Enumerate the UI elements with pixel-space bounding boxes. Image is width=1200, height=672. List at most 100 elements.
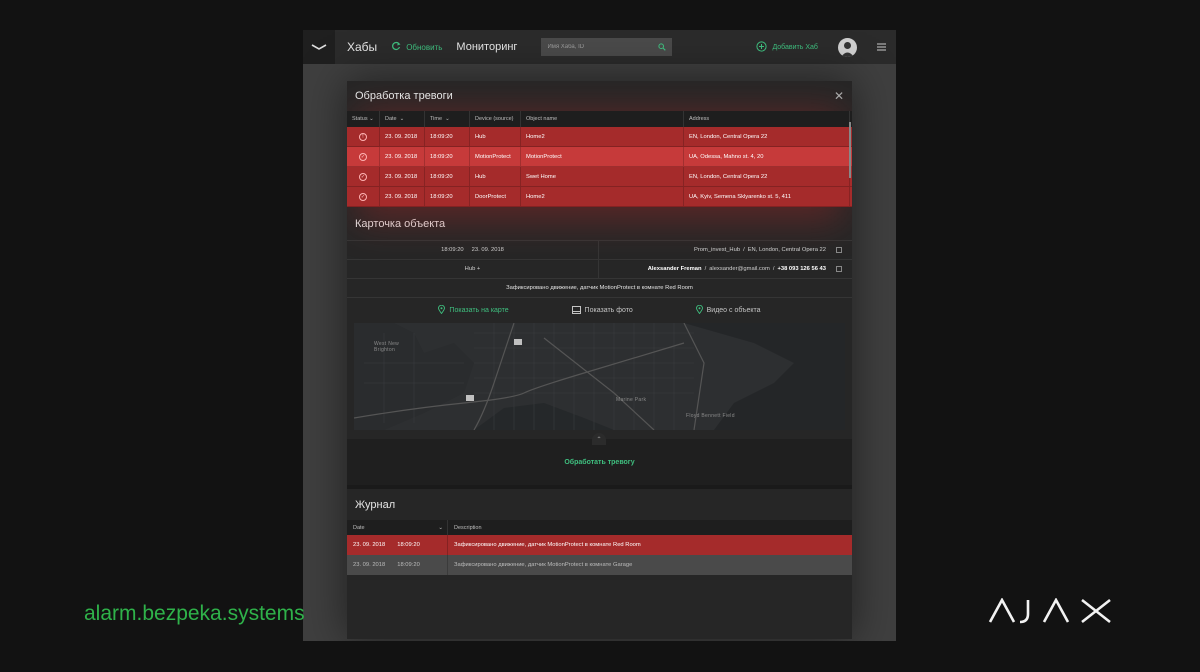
show-map-button[interactable]: Показать на карте xyxy=(438,304,509,316)
col-date-label: Date xyxy=(385,116,397,122)
check-circle-icon: ✓ xyxy=(359,172,367,181)
map-label-floyd-bennett: Floyd Bennett Field xyxy=(686,413,735,419)
alarm-title: Обработка тревоги xyxy=(355,90,453,102)
add-hub-button[interactable]: Добавить Хаб xyxy=(756,40,818,54)
process-alarm-label: Обработать тревогу xyxy=(564,458,635,466)
ajax-brand-logo xyxy=(988,597,1114,629)
table-row[interactable]: ✓ 23. 09. 2018 18:09:20 DoorProtect Home… xyxy=(347,187,852,207)
chevron-up-icon[interactable]: ⌃ xyxy=(592,433,606,445)
table-row[interactable]: ✓ 23. 09. 2018 18:09:20 Hub Swet Home EN… xyxy=(347,167,852,187)
avatar[interactable] xyxy=(837,37,857,57)
cell-date: 23. 09. 2018 xyxy=(380,127,425,146)
journal-time: 18:09:20 xyxy=(397,562,420,568)
hubs-title[interactable]: Хабы xyxy=(347,40,377,54)
video-label: Видео с объекта xyxy=(706,307,761,314)
col-status[interactable]: Status ⌄ xyxy=(347,111,380,127)
map-pin-icon xyxy=(438,304,446,316)
separator: / xyxy=(704,266,707,272)
alarm-modal: Обработка тревоги ✕ Status ⌄ Date ⌄ Time… xyxy=(347,81,852,639)
plus-circle-icon xyxy=(756,40,768,54)
card-date: 23. 09. 2018 xyxy=(471,247,504,253)
journal-col-date[interactable]: Date ⌄ xyxy=(347,520,448,535)
journal-cell-datetime: 23. 09. 2018 18:09:20 xyxy=(347,535,448,555)
card-contact-row: Hub + Alexsander Freman / alexsander@gma… xyxy=(347,259,852,278)
journal-date: 23. 09. 2018 xyxy=(353,562,386,568)
ajax-logo-icon[interactable] xyxy=(303,30,335,64)
journal-cell-datetime: 23. 09. 2018 18:09:20 xyxy=(347,555,448,575)
journal-table-header: Date ⌄ Description xyxy=(347,520,852,535)
cell-address: UA, Odessa, Mahno st. 4, 20 xyxy=(684,147,850,166)
cell-date: 23. 09. 2018 xyxy=(380,147,425,166)
photo-icon xyxy=(571,305,581,316)
cell-device: Hub xyxy=(470,167,521,186)
close-icon[interactable]: ✕ xyxy=(834,89,844,103)
cell-address: UA, Kyiv, Semena Sklyarenko st. 5, 411 xyxy=(684,187,850,206)
check-circle-icon: ✓ xyxy=(359,192,367,201)
col-time[interactable]: Time ⌄ xyxy=(425,111,470,127)
cell-device: MotionProtect xyxy=(470,147,521,166)
search-icon[interactable] xyxy=(658,38,667,56)
video-button[interactable]: Видео с объекта xyxy=(695,304,761,316)
separator: / xyxy=(743,247,745,253)
contact-name: Alexsander Freman xyxy=(647,266,702,272)
refresh-label: Обновить xyxy=(406,42,443,52)
cell-date: 23. 09. 2018 xyxy=(380,187,425,206)
card-contact: Alexsander Freman / alexsander@gmail.com… xyxy=(599,260,852,278)
journal-col-date-label: Date xyxy=(353,524,365,531)
journal-row[interactable]: 23. 09. 2018 18:09:20 Зафиксировано движ… xyxy=(347,555,852,575)
cell-time: 18:09:20 xyxy=(425,147,470,166)
cell-address: EN, London, Central Opera 22 xyxy=(684,127,850,146)
journal-col-description[interactable]: Description xyxy=(448,520,852,535)
col-device-label: Device (source) xyxy=(475,116,514,122)
cell-object: Swet Home xyxy=(521,167,684,186)
alarm-table-scrollbar[interactable] xyxy=(849,122,851,178)
hub-search xyxy=(541,38,673,56)
col-date[interactable]: Date ⌄ xyxy=(380,111,425,127)
app-window: Хабы Обновить Мониторинг Добавить Хаб xyxy=(303,30,896,641)
col-status-label: Status xyxy=(352,116,368,122)
journal-time: 18:09:20 xyxy=(397,542,420,548)
event-message: Зафиксировано движение, датчик MotionPro… xyxy=(347,278,852,297)
table-row[interactable]: ✓ 23. 09. 2018 18:09:20 MotionProtect Mo… xyxy=(347,147,852,167)
top-bar: Хабы Обновить Мониторинг Добавить Хаб xyxy=(303,30,896,64)
cell-address: EN, London, Central Opera 22 xyxy=(684,167,850,186)
check-circle-icon: ✓ xyxy=(359,152,367,161)
contact-email[interactable]: alexsander@gmail.com xyxy=(709,266,770,272)
card-hub-label: Hub + xyxy=(347,260,599,278)
monitoring-title[interactable]: Мониторинг xyxy=(456,41,517,53)
cell-time: 18:09:20 xyxy=(425,187,470,206)
cell-date: 23. 09. 2018 xyxy=(380,167,425,186)
card-time: 18:09:20 xyxy=(441,247,464,253)
card-actions: Показать на карте Показать фото Видео с … xyxy=(347,297,852,323)
col-address[interactable]: Address xyxy=(684,111,850,127)
process-alarm-button[interactable]: ⌃ Обработать тревогу xyxy=(347,433,852,485)
table-row[interactable]: ! 23. 09. 2018 18:09:20 Hub Home2 EN, Lo… xyxy=(347,127,852,147)
show-photo-button[interactable]: Показать фото xyxy=(571,305,633,316)
card-datetime: 18:09:20 23. 09. 2018 xyxy=(347,241,599,259)
show-map-label: Показать на карте xyxy=(449,307,509,314)
journal-row[interactable]: 23. 09. 2018 18:09:20 Зафиксировано движ… xyxy=(347,535,852,555)
hub-search-input[interactable] xyxy=(547,44,648,50)
col-object-label: Object name xyxy=(526,116,558,122)
cell-object: MotionProtect xyxy=(521,147,684,166)
chevron-down-icon: ⌄ xyxy=(438,524,443,531)
map-view[interactable]: West New Brighton Marine Park Floyd Benn… xyxy=(354,323,845,430)
refresh-icon xyxy=(391,41,401,53)
video-pin-icon xyxy=(695,304,703,316)
journal-desc: Зафиксировано движение, датчик MotionPro… xyxy=(454,542,641,548)
copy-icon[interactable] xyxy=(836,247,842,253)
show-photo-label: Показать фото xyxy=(584,307,633,314)
col-device[interactable]: Device (source) xyxy=(470,111,521,127)
cell-object: Home2 xyxy=(521,127,684,146)
cell-time: 18:09:20 xyxy=(425,167,470,186)
map-label-west-new-brighton: West New Brighton xyxy=(374,341,400,353)
col-object[interactable]: Object name xyxy=(521,111,684,127)
copy-icon[interactable] xyxy=(836,266,842,272)
hamburger-menu-icon[interactable] xyxy=(876,38,886,56)
refresh-button[interactable]: Обновить xyxy=(391,41,442,53)
card-hub-info: Prom_invest_Hub / EN, London, Central Op… xyxy=(599,241,852,259)
add-hub-label: Добавить Хаб xyxy=(772,43,818,51)
cell-time: 18:09:20 xyxy=(425,127,470,146)
alarm-header: Обработка тревоги ✕ xyxy=(347,81,852,111)
col-time-label: Time xyxy=(430,116,443,122)
